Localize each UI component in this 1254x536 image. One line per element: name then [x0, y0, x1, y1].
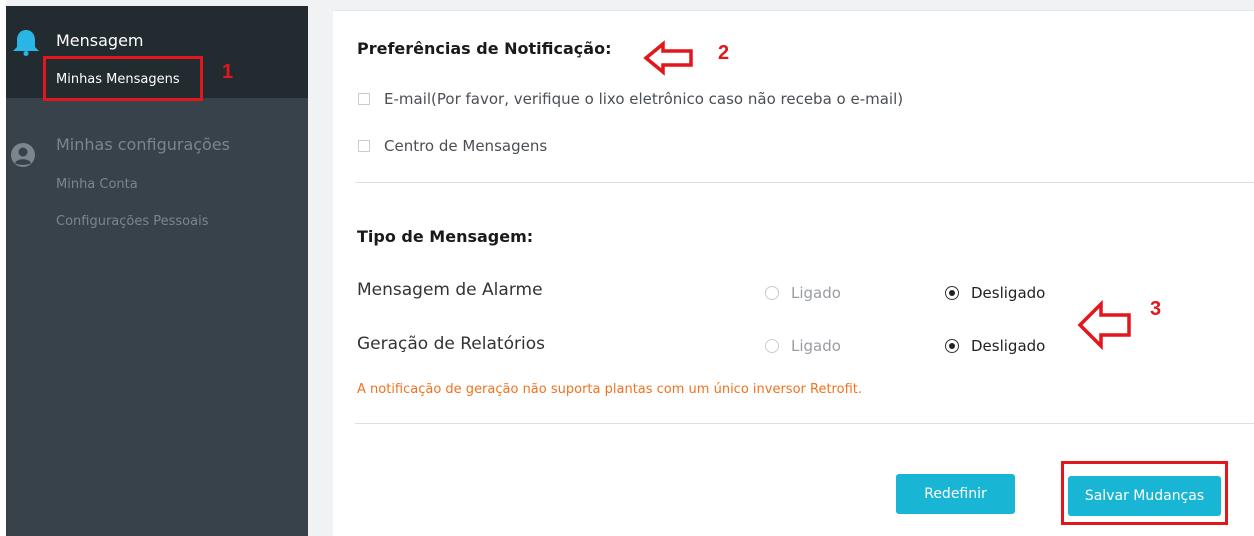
- annotation-number: 1: [222, 61, 234, 83]
- report-off-label: Desligado: [971, 337, 1046, 355]
- annotation-number: 3: [1150, 298, 1162, 320]
- sidebar-item-my-account[interactable]: Minha Conta: [56, 177, 138, 192]
- notification-prefs-title: Preferências de Notificação:: [357, 39, 612, 58]
- email-label: E-mail(Por favor, verifique o lixo eletr…: [384, 90, 904, 108]
- alarm-on-label: Ligado: [791, 284, 841, 302]
- message-center-checkbox[interactable]: [358, 140, 370, 152]
- report-on-option[interactable]: Ligado: [765, 337, 841, 355]
- email-option[interactable]: E-mail(Por favor, verifique o lixo eletr…: [358, 90, 903, 108]
- report-generation-label: Geração de Relatórios: [357, 334, 545, 354]
- message-center-option[interactable]: Centro de Mensagens: [358, 137, 547, 155]
- alarm-message-label: Mensagem de Alarme: [357, 280, 543, 300]
- sidebar-group-message[interactable]: Mensagem: [56, 31, 144, 50]
- sidebar-group-settings[interactable]: Minhas configurações: [56, 135, 230, 154]
- left-arrow-icon: [1077, 300, 1131, 350]
- annotation-box-my-messages: [43, 56, 203, 101]
- panel-top-border: [333, 10, 1254, 11]
- annotation-number: 2: [718, 42, 730, 64]
- reset-button[interactable]: Redefinir: [896, 474, 1015, 514]
- divider: [355, 423, 1254, 424]
- divider: [355, 182, 1254, 183]
- user-circle-icon: [11, 143, 35, 167]
- email-checkbox[interactable]: [358, 93, 370, 105]
- alarm-off-radio[interactable]: [945, 286, 959, 300]
- report-off-option[interactable]: Desligado: [945, 337, 1045, 355]
- alarm-on-radio[interactable]: [765, 286, 779, 300]
- alarm-on-option[interactable]: Ligado: [765, 284, 841, 302]
- left-arrow-icon: [643, 40, 693, 76]
- message-type-title: Tipo de Mensagem:: [357, 227, 534, 246]
- sidebar-item-personal-settings[interactable]: Configurações Pessoais: [56, 214, 209, 229]
- alarm-off-label: Desligado: [971, 284, 1046, 302]
- report-on-radio[interactable]: [765, 339, 779, 353]
- main-panel: Preferências de Notificação: E-mail(Por …: [333, 10, 1254, 536]
- alarm-off-option[interactable]: Desligado: [945, 284, 1045, 302]
- generation-warning-note: A notificação de geração não suporta pla…: [357, 382, 862, 397]
- bell-icon: [13, 30, 39, 56]
- report-on-label: Ligado: [791, 337, 841, 355]
- report-off-radio[interactable]: [945, 339, 959, 353]
- annotation-box-save: [1061, 461, 1228, 525]
- message-center-label: Centro de Mensagens: [384, 137, 548, 155]
